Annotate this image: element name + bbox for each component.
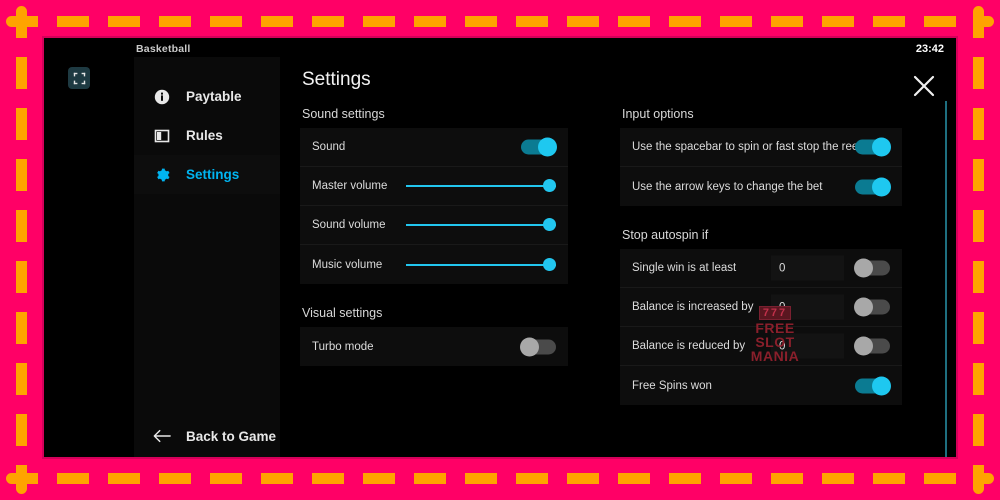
sidebar-item-paytable[interactable]: Paytable bbox=[134, 77, 280, 116]
row-label: Use the arrow keys to change the bet bbox=[632, 180, 823, 193]
slider-track bbox=[406, 224, 556, 226]
row-label: Sound bbox=[312, 141, 346, 153]
slider-handle[interactable] bbox=[543, 257, 556, 271]
spacebar-spin-toggle[interactable] bbox=[855, 137, 891, 157]
row-music-volume: Music volume bbox=[300, 245, 568, 284]
balance-increased-input[interactable] bbox=[771, 294, 844, 320]
frame-dash-bottom bbox=[6, 473, 994, 484]
row-single-win-at-least: Single win is at least bbox=[620, 249, 902, 288]
frame-dash-left bbox=[16, 6, 27, 494]
slider-handle[interactable] bbox=[543, 218, 556, 231]
sound-toggle[interactable] bbox=[521, 137, 557, 157]
toggle-knob bbox=[854, 336, 873, 356]
back-to-game-label: Back to Game bbox=[186, 428, 277, 444]
toggle-knob bbox=[538, 137, 557, 157]
single-win-toggle[interactable] bbox=[854, 258, 890, 278]
toggle-knob bbox=[872, 376, 891, 395]
vertical-scrollbar[interactable] bbox=[945, 101, 947, 457]
sidebar-item-label: Paytable bbox=[186, 89, 242, 104]
slider-track bbox=[406, 185, 556, 187]
sidebar-empty-area bbox=[134, 194, 280, 354]
arrow-keys-bet-toggle[interactable] bbox=[855, 177, 891, 196]
row-label: Balance is increased by bbox=[632, 301, 754, 313]
toggle-knob bbox=[872, 137, 891, 157]
row-label: Balance is reduced by bbox=[632, 340, 746, 352]
toggle-knob bbox=[854, 297, 873, 317]
sidebar-item-label: Settings bbox=[186, 167, 240, 182]
slider-handle[interactable] bbox=[543, 179, 556, 192]
row-label: Master volume bbox=[312, 180, 388, 192]
row-balance-increased-by: Balance is increased by bbox=[620, 288, 902, 327]
settings-right-column: Input options Use the spacebar to spin o… bbox=[620, 107, 902, 405]
row-label: Free Spins won bbox=[632, 379, 712, 392]
fullscreen-collapse-icon[interactable] bbox=[68, 67, 90, 89]
visual-settings-card: Turbo mode bbox=[300, 327, 568, 366]
toggle-knob bbox=[872, 177, 891, 196]
section-heading-input-options: Input options bbox=[622, 107, 694, 121]
frame-dash-right bbox=[973, 6, 984, 494]
single-win-input[interactable] bbox=[771, 255, 844, 281]
info-icon bbox=[152, 89, 172, 105]
clock-label: 23:42 bbox=[915, 43, 944, 55]
frame-dash-top bbox=[6, 16, 994, 27]
row-sound-volume: Sound volume bbox=[300, 206, 568, 245]
music-volume-slider[interactable] bbox=[406, 255, 556, 275]
page-title: Settings bbox=[302, 69, 371, 90]
settings-left-column: Sound settings Sound Master volume Sound… bbox=[300, 107, 568, 366]
settings-panel: Settings Sound settings Sound Master vol… bbox=[280, 57, 956, 457]
game-window: Basketball 23:42 Paytable Rules Settings… bbox=[44, 38, 956, 457]
arrow-left-icon bbox=[152, 429, 172, 443]
toggle-knob bbox=[854, 258, 873, 278]
free-spins-won-toggle[interactable] bbox=[855, 376, 891, 395]
section-heading-sound-settings: Sound settings bbox=[302, 107, 385, 121]
row-label: Music volume bbox=[312, 258, 383, 271]
row-spacebar-spin: Use the spacebar to spin or fast stop th… bbox=[620, 128, 902, 167]
row-label: Turbo mode bbox=[312, 340, 374, 353]
slider-track bbox=[406, 263, 556, 266]
row-free-spins-won: Free Spins won bbox=[620, 366, 902, 405]
row-turbo-mode: Turbo mode bbox=[300, 327, 568, 366]
toggle-knob bbox=[520, 337, 539, 356]
stop-autospin-card: Single win is at least Balance is increa… bbox=[620, 249, 902, 405]
row-balance-reduced-by: Balance is reduced by bbox=[620, 327, 902, 366]
sidebar-item-label: Rules bbox=[186, 128, 223, 143]
gear-icon bbox=[152, 167, 172, 183]
section-heading-stop-autospin: Stop autospin if bbox=[622, 228, 709, 242]
close-icon[interactable] bbox=[912, 74, 936, 98]
sidebar-item-rules[interactable]: Rules bbox=[134, 116, 280, 155]
master-volume-slider[interactable] bbox=[406, 176, 556, 196]
sidebar-item-settings[interactable]: Settings bbox=[134, 155, 280, 194]
balance-reduced-input[interactable] bbox=[771, 333, 844, 359]
row-master-volume: Master volume bbox=[300, 167, 568, 206]
balance-reduced-toggle[interactable] bbox=[854, 336, 890, 356]
sound-volume-slider[interactable] bbox=[406, 215, 556, 235]
fullscreen-collapse-glyph bbox=[73, 72, 85, 84]
row-label: Sound volume bbox=[312, 219, 386, 231]
balance-increased-toggle[interactable] bbox=[854, 297, 890, 317]
turbo-mode-toggle[interactable] bbox=[520, 337, 556, 356]
book-icon bbox=[152, 128, 172, 144]
sidebar: Paytable Rules Settings Back to Game bbox=[134, 57, 280, 457]
row-label: Single win is at least bbox=[632, 262, 737, 274]
sound-settings-card: Sound Master volume Sound volume Music v… bbox=[300, 128, 568, 284]
section-heading-visual-settings: Visual settings bbox=[302, 306, 383, 320]
input-options-card: Use the spacebar to spin or fast stop th… bbox=[620, 128, 902, 206]
row-arrow-keys-bet: Use the arrow keys to change the bet bbox=[620, 167, 902, 206]
row-sound: Sound bbox=[300, 128, 568, 167]
game-title: Basketball bbox=[136, 43, 191, 55]
row-label: Use the spacebar to spin or fast stop th… bbox=[632, 141, 867, 153]
back-to-game-button[interactable]: Back to Game bbox=[134, 415, 280, 457]
